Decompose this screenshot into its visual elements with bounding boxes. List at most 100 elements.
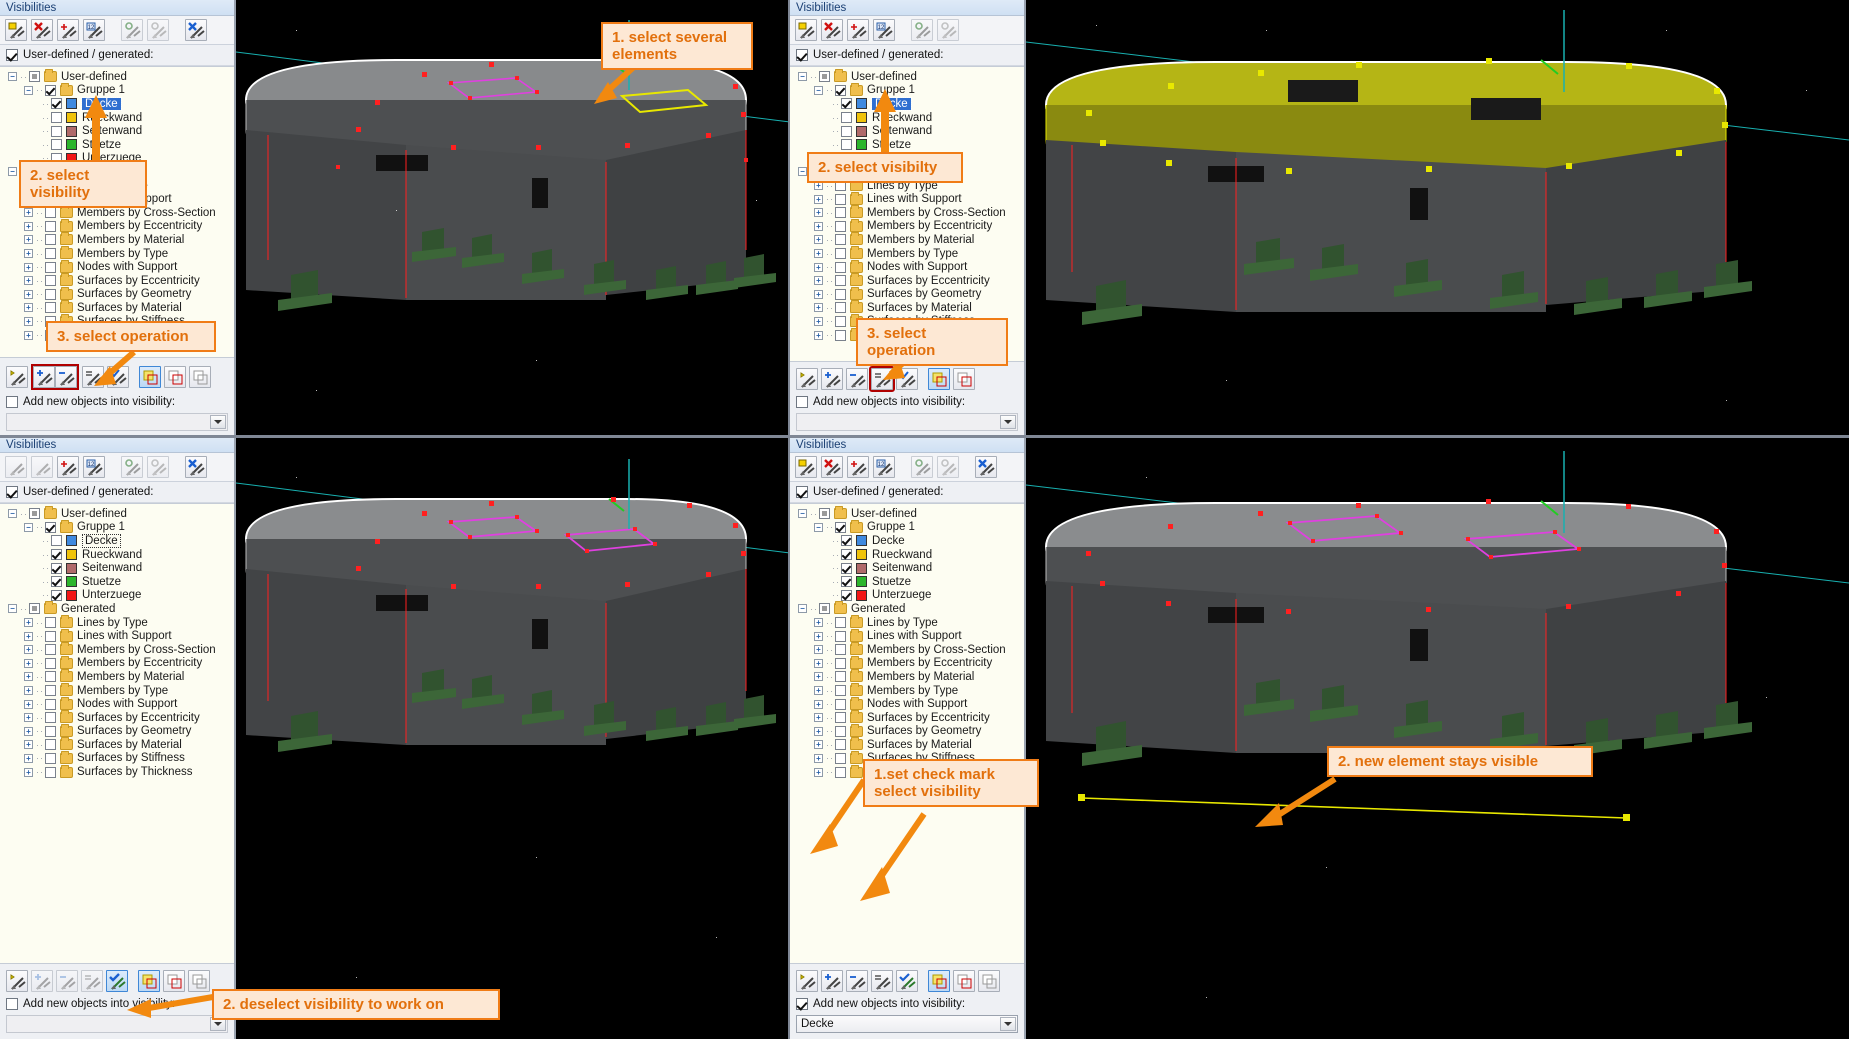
- tree-folder-surfaces-material[interactable]: + ··· Surfaces by Material: [0, 737, 234, 752]
- add-to-visibility-icon[interactable]: [57, 19, 79, 41]
- tree-item-decke[interactable]: ···· Decke: [790, 96, 1024, 111]
- expand-icon[interactable]: +: [814, 740, 823, 750]
- delete-visibility-icon[interactable]: [821, 456, 843, 478]
- tree-folder-members-type[interactable]: + ··· Members by Type: [790, 683, 1024, 698]
- tree-checkbox[interactable]: [835, 630, 846, 642]
- delete-visibility-icon[interactable]: [821, 19, 843, 41]
- expand-icon[interactable]: +: [814, 631, 823, 641]
- tree-checkbox[interactable]: [835, 617, 846, 629]
- expand-icon[interactable]: +: [814, 303, 823, 313]
- tree-checkbox[interactable]: [819, 71, 830, 83]
- subtract-visibility-icon[interactable]: [846, 368, 868, 390]
- merge-all-icon[interactable]: [139, 366, 161, 388]
- tree-checkbox[interactable]: [45, 234, 56, 246]
- add-new-objects-checkbox[interactable]: [796, 998, 808, 1010]
- collapse-icon[interactable]: −: [8, 509, 17, 519]
- set-visibility-icon[interactable]: [796, 368, 818, 390]
- tree-checkbox[interactable]: [45, 752, 56, 764]
- viewport-bottom-right[interactable]: [1026, 437, 1849, 1039]
- expand-icon[interactable]: +: [24, 303, 33, 313]
- tree-folder-surfaces-eccentricity[interactable]: + ··· Surfaces by Eccentricity: [0, 273, 234, 288]
- tree-checkbox[interactable]: [841, 562, 852, 574]
- tree-folder-members-cross-section[interactable]: + ··· Members by Cross-Section: [790, 205, 1024, 220]
- tree-checkbox[interactable]: [835, 220, 846, 232]
- tree-node-userdefined[interactable]: − ··· User-defined: [790, 69, 1024, 84]
- clear-visibility-icon[interactable]: [975, 456, 997, 478]
- intersect-visibility-icon[interactable]: [81, 970, 103, 992]
- tree-checkbox[interactable]: [45, 261, 56, 273]
- tree-checkbox[interactable]: [51, 549, 62, 561]
- expand-icon[interactable]: +: [814, 194, 823, 204]
- subtract-visibility-icon[interactable]: [56, 970, 78, 992]
- tree-node-gruppe1[interactable]: − ··· Gruppe 1: [0, 519, 234, 535]
- tree-folder-nodes-with-support[interactable]: + ··· Nodes with Support: [0, 696, 234, 711]
- tree-checkbox[interactable]: [45, 698, 56, 710]
- set-visibility-icon[interactable]: [6, 970, 28, 992]
- visibility-combo-br[interactable]: Decke: [796, 1015, 1018, 1033]
- add-visibility-icon[interactable]: [31, 970, 53, 992]
- tree-checkbox[interactable]: [835, 234, 846, 246]
- collapse-icon[interactable]: −: [8, 167, 17, 177]
- tree-folder-members-type[interactable]: + ··· Members by Type: [790, 246, 1024, 261]
- expand-icon[interactable]: +: [24, 699, 33, 709]
- expand-icon[interactable]: +: [814, 221, 823, 231]
- tree-folder-surfaces-geometry[interactable]: + ··· Surfaces by Geometry: [0, 286, 234, 302]
- tree-checkbox[interactable]: [835, 739, 846, 751]
- tree-checkbox[interactable]: [841, 549, 852, 561]
- tree-folder-members-eccentricity[interactable]: + ··· Members by Eccentricity: [0, 218, 234, 234]
- tree-item-unterzuege[interactable]: ···· Unterzuege: [790, 589, 1024, 603]
- tree-folder-lines-by-type[interactable]: +··· Lines by Type: [0, 615, 234, 630]
- expand-icon[interactable]: +: [814, 249, 823, 259]
- tree-folder-nodes-with-support[interactable]: + ··· Nodes with Support: [790, 696, 1024, 711]
- tree-folder-lines-with-support[interactable]: +··· Lines with Support: [790, 191, 1024, 206]
- delete-visibility-icon[interactable]: [31, 19, 53, 41]
- expand-icon[interactable]: +: [814, 262, 823, 272]
- tree-folder-surfaces-thickness[interactable]: +··· Surfaces by Thickness: [0, 764, 234, 779]
- expand-icon[interactable]: +: [24, 316, 33, 326]
- tree-checkbox[interactable]: [51, 576, 62, 588]
- tree-checkbox[interactable]: [51, 139, 62, 151]
- tree-item-stuetze[interactable]: ···· Stuetze: [0, 575, 234, 589]
- merge-all-icon[interactable]: [928, 970, 950, 992]
- expand-icon[interactable]: +: [814, 330, 823, 340]
- renumber-visibility-icon[interactable]: 12: [83, 456, 105, 478]
- expand-icon[interactable]: +: [24, 221, 33, 231]
- expand-icon[interactable]: +: [24, 289, 33, 299]
- tree-checkbox[interactable]: [45, 644, 56, 656]
- tree-item-rueckwand[interactable]: ···· Rueckwand: [790, 548, 1024, 562]
- tree-item-seitenwand[interactable]: ···· Seitenwand: [790, 124, 1024, 138]
- tree-checkbox[interactable]: [835, 521, 846, 533]
- tree-folder-surfaces-eccentricity[interactable]: + ··· Surfaces by Eccentricity: [0, 710, 234, 725]
- tree-item-decke[interactable]: ···· Decke: [790, 534, 1024, 548]
- tree-checkbox[interactable]: [835, 752, 846, 764]
- userdefined-generated-checkbox[interactable]: [6, 486, 18, 498]
- tree-item-rueckwand[interactable]: ···· Rueckwand: [0, 111, 234, 125]
- expand-icon[interactable]: +: [814, 686, 823, 696]
- expand-icon[interactable]: +: [814, 289, 823, 299]
- expand-icon[interactable]: +: [24, 631, 33, 641]
- expand-icon[interactable]: +: [24, 713, 33, 723]
- expand-icon[interactable]: +: [24, 726, 33, 736]
- tree-checkbox[interactable]: [51, 562, 62, 574]
- expand-icon[interactable]: +: [814, 645, 823, 655]
- new-visibility-icon[interactable]: [795, 19, 817, 41]
- merge-none-icon[interactable]: [978, 970, 1000, 992]
- tree-checkbox[interactable]: [835, 302, 846, 314]
- userdefined-generated-checkbox[interactable]: [796, 49, 808, 61]
- collapse-icon[interactable]: −: [798, 72, 807, 82]
- collapse-icon[interactable]: −: [798, 604, 807, 614]
- tree-checkbox[interactable]: [841, 112, 852, 124]
- tree-checkbox[interactable]: [841, 589, 852, 601]
- expand-icon[interactable]: +: [24, 672, 33, 682]
- edit-visibility-icon[interactable]: [911, 19, 933, 41]
- tree-checkbox[interactable]: [835, 288, 846, 300]
- add-visibility-icon[interactable]: [33, 366, 55, 388]
- tree-folder-surfaces-material[interactable]: + ··· Surfaces by Material: [790, 300, 1024, 315]
- tree-folder-members-material[interactable]: + ··· Members by Material: [790, 232, 1024, 247]
- tree-checkbox[interactable]: [835, 329, 846, 341]
- tree-node-gruppe1[interactable]: − ··· Gruppe 1: [0, 82, 234, 98]
- tree-checkbox[interactable]: [835, 275, 846, 287]
- tree-checkbox[interactable]: [45, 275, 56, 287]
- tree-checkbox[interactable]: [835, 685, 846, 697]
- add-new-objects-checkbox[interactable]: [796, 396, 808, 408]
